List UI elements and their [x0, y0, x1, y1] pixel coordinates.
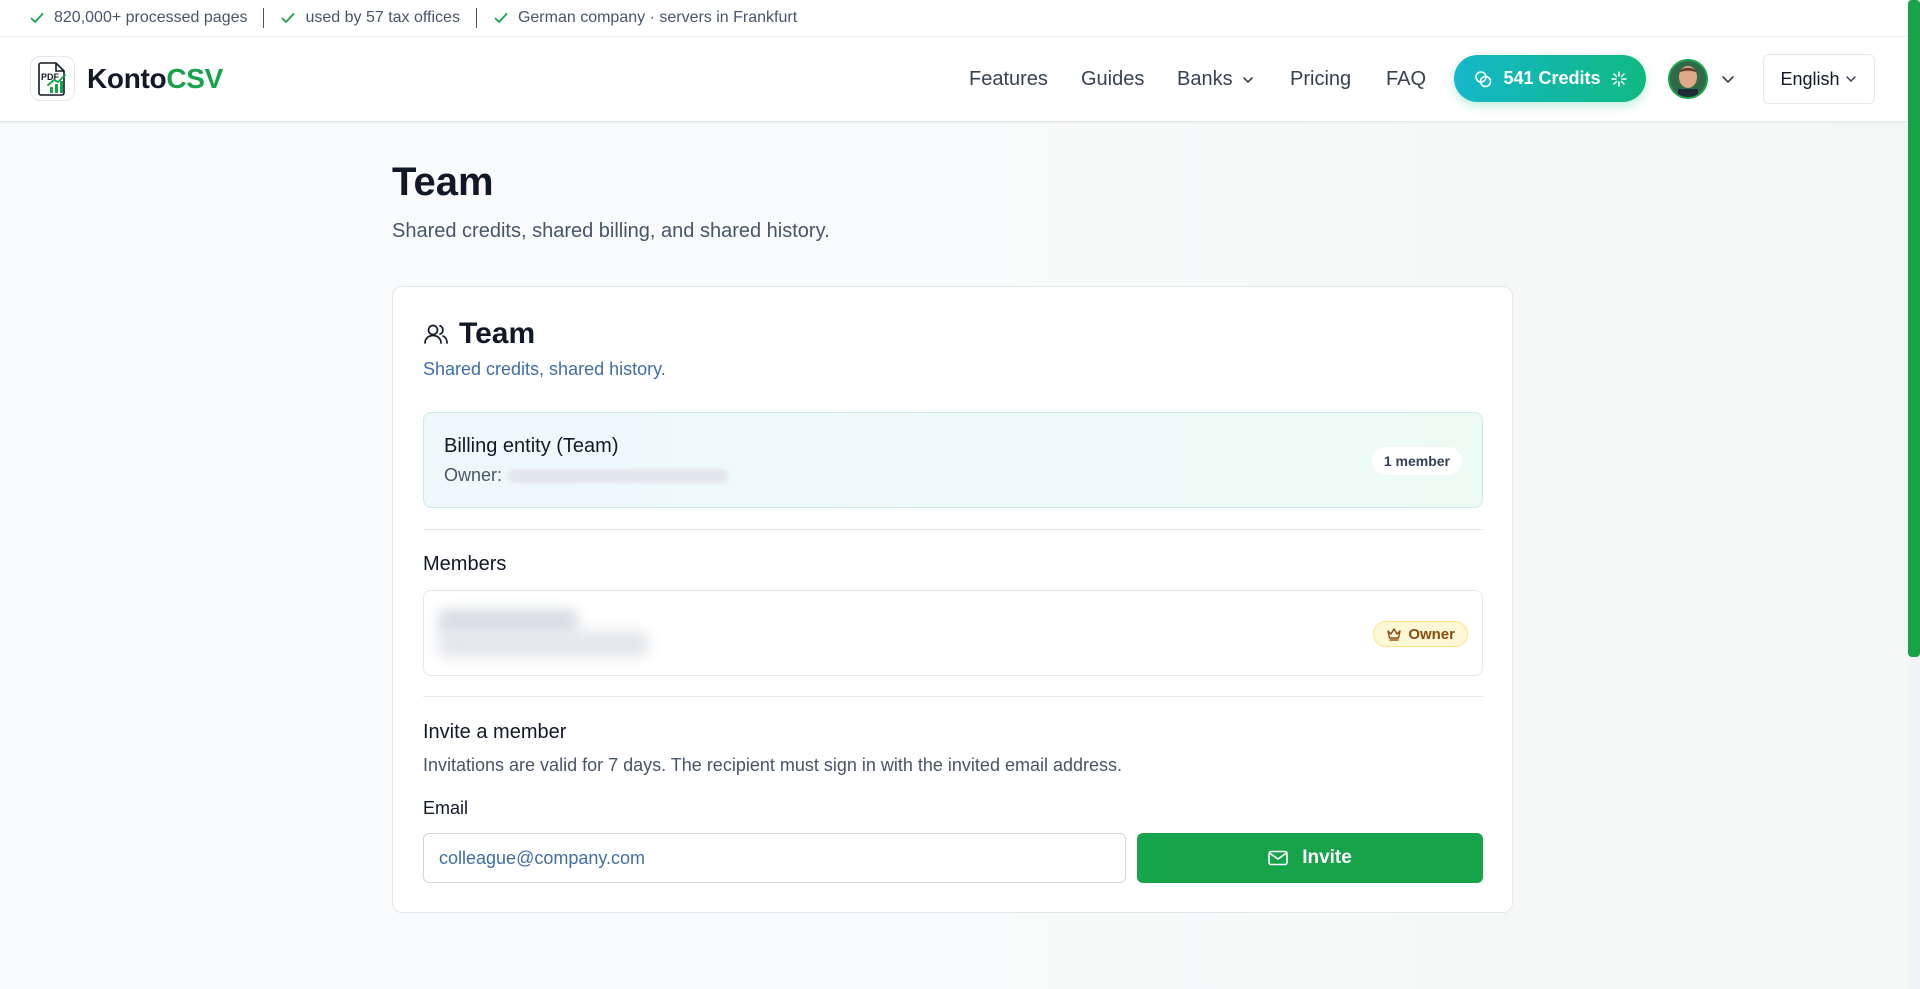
- nav-faq-link[interactable]: FAQ: [1386, 68, 1426, 91]
- users-icon: [424, 324, 448, 344]
- nav-features-link[interactable]: Features: [969, 68, 1048, 91]
- trust-text: used by 57 tax offices: [305, 9, 460, 26]
- invite-title: Invite a member: [423, 721, 567, 743]
- page-subtitle: Shared credits, shared billing, and shar…: [392, 220, 830, 242]
- nav-pricing[interactable]: Pricing: [1290, 37, 1351, 122]
- card-title: Team: [459, 317, 536, 350]
- user-avatar[interactable]: [1668, 59, 1708, 99]
- divider: [423, 529, 1483, 530]
- mail-icon: [1268, 850, 1288, 866]
- trust-item-pages: 820,000+ processed pages: [29, 9, 247, 27]
- check-icon: [494, 13, 508, 23]
- billing-entity-box: Billing entity (Team) Owner: 1 member: [423, 412, 1483, 508]
- email-label: Email: [423, 798, 469, 818]
- billing-owner: Owner:: [444, 465, 729, 486]
- nav-banks-link[interactable]: Banks: [1177, 68, 1255, 91]
- member-row: Owner: [423, 590, 1483, 676]
- invite-button[interactable]: Invite: [1137, 833, 1483, 883]
- email-field[interactable]: [423, 833, 1126, 883]
- trust-item-offices: used by 57 tax offices: [280, 9, 460, 27]
- credits-button[interactable]: 541 Credits: [1454, 55, 1646, 102]
- owner-badge: Owner: [1373, 621, 1468, 647]
- nav-faq[interactable]: FAQ: [1386, 37, 1426, 122]
- billing-title: Billing entity (Team): [444, 435, 619, 457]
- nav-banks[interactable]: Banks: [1177, 37, 1255, 122]
- divider: [263, 8, 265, 28]
- sparkle-icon: [1610, 70, 1627, 87]
- chevron-down-icon[interactable]: [1720, 71, 1736, 87]
- nav-banks-label: Banks: [1177, 68, 1233, 90]
- nav-features[interactable]: Features: [969, 37, 1048, 122]
- pdf-chart-logo-icon: PDF: [30, 56, 75, 101]
- trust-item-company: German company · servers in Frankfurt: [493, 9, 797, 27]
- crown-icon: [1387, 628, 1402, 641]
- owner-badge-label: Owner: [1408, 625, 1455, 643]
- member-count-badge: 1 member: [1371, 447, 1462, 475]
- card-header: Team: [423, 317, 535, 351]
- credits-label: 541 Credits: [1503, 68, 1601, 88]
- page-title: Team: [392, 160, 494, 204]
- nav-guides-link[interactable]: Guides: [1081, 68, 1144, 91]
- language-label: English: [1780, 68, 1840, 89]
- scrollbar-thumb[interactable]: [1908, 0, 1920, 657]
- redacted-member-email: [438, 631, 648, 657]
- members-label: Members: [423, 553, 507, 575]
- divider: [423, 696, 1483, 697]
- chevron-down-icon: [1845, 76, 1856, 83]
- invite-button-label: Invite: [1302, 847, 1352, 868]
- nav-guides[interactable]: Guides: [1081, 37, 1144, 122]
- logo-text: KontoCSV: [87, 62, 224, 94]
- trust-bar: 820,000+ processed pages used by 57 tax …: [0, 0, 1908, 37]
- divider: [475, 8, 477, 28]
- trust-text: German company · servers in Frankfurt: [517, 9, 798, 26]
- chevron-down-icon: [1242, 76, 1253, 83]
- trust-text: 820,000+ processed pages: [54, 9, 248, 26]
- invite-description: Invitations are valid for 7 days. The re…: [423, 755, 1123, 775]
- owner-label: Owner:: [444, 465, 503, 485]
- coins-icon: [1475, 70, 1492, 87]
- logo-link[interactable]: PDF KontoCSV: [30, 56, 223, 101]
- redacted-owner: [508, 468, 729, 483]
- language-select[interactable]: English: [1763, 54, 1875, 104]
- check-icon: [30, 13, 44, 23]
- team-card: Team Shared credits, shared history. Bil…: [392, 286, 1513, 913]
- nav-pricing-link[interactable]: Pricing: [1290, 68, 1351, 91]
- card-subtitle: Shared credits, shared history.: [423, 359, 666, 379]
- check-icon: [282, 13, 295, 23]
- site-header: PDF KontoCSV Features Guides Banks Prici…: [0, 37, 1908, 122]
